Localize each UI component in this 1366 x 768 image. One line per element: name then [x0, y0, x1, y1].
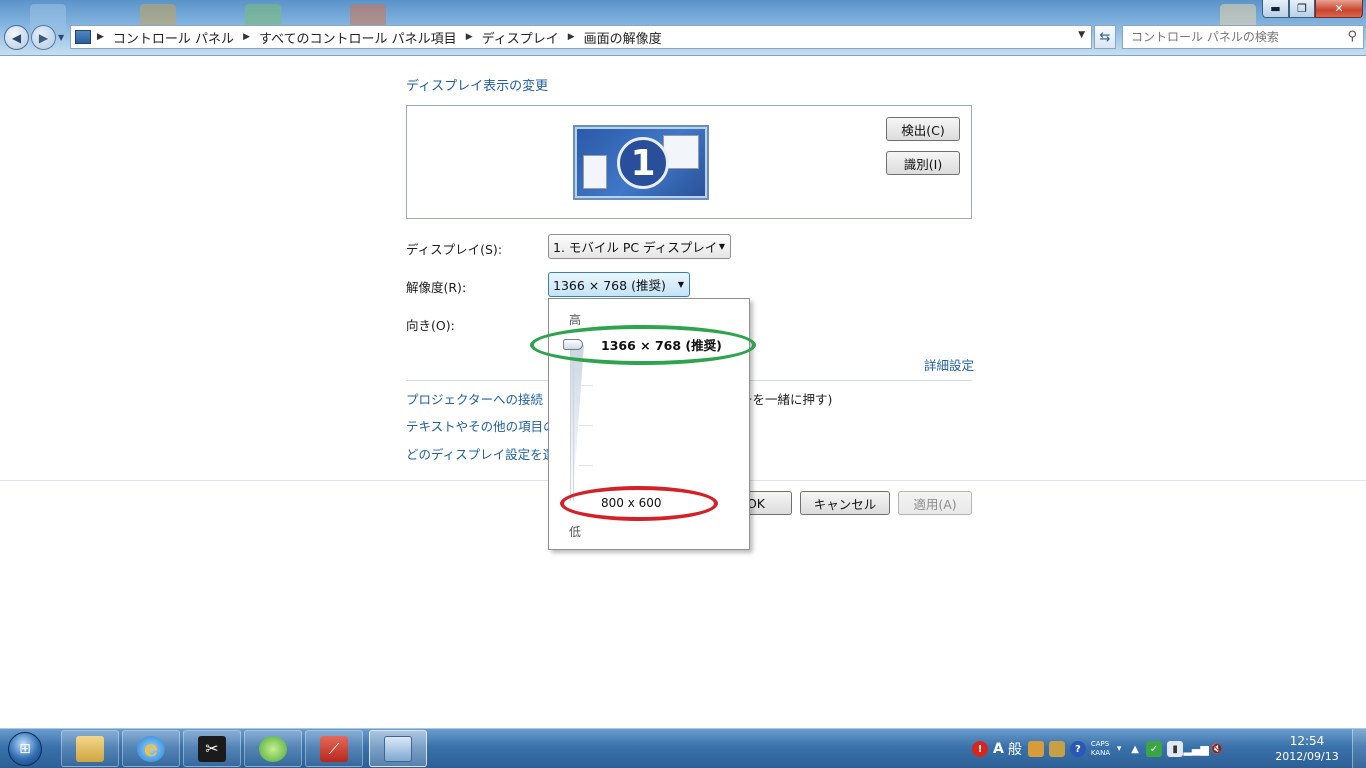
breadcrumb-separator-icon[interactable]: ▶: [243, 32, 250, 42]
windows-logo-icon: ⊞: [8, 732, 42, 766]
network-signal-icon[interactable]: ▂▄▆: [1183, 741, 1208, 757]
resolution-select[interactable]: 1366 × 768 (推奨) ▼: [548, 272, 690, 297]
breadcrumb-display[interactable]: ディスプレイ: [482, 28, 559, 47]
chevron-down-icon: ▼: [677, 280, 684, 289]
monitor-preview-window: [583, 155, 607, 189]
back-arrow-icon: ◀: [11, 30, 22, 45]
chevron-down-icon: ▼: [718, 242, 725, 251]
ime-mode-indicator[interactable]: A: [993, 741, 1004, 757]
recent-pages-dropdown[interactable]: ▼: [58, 33, 64, 42]
display-settings-icon: [384, 735, 412, 762]
advanced-settings-link[interactable]: 詳細設定: [924, 355, 974, 374]
slider-low-label: 低: [569, 525, 582, 539]
messenger-icon: [259, 735, 287, 762]
forward-arrow-icon: ▶: [38, 30, 49, 45]
control-panel-icon: [75, 30, 91, 44]
title-bar: ▬ ❐ ✕ ◀ ▶ ▼ ▶ コントロール パネル ▶ すべてのコントロール パネ…: [0, 0, 1366, 56]
display-select[interactable]: 1. モバイル PC ディスプレイ ▼: [548, 234, 731, 259]
back-button[interactable]: ◀: [4, 25, 29, 50]
monitor-number-badge: 1: [617, 137, 669, 189]
identify-button[interactable]: 識別(I): [886, 151, 960, 175]
clock-date: 2012/09/13: [1275, 750, 1339, 763]
app-icon: ⟋: [320, 735, 348, 762]
security-icon[interactable]: !: [972, 741, 988, 757]
resolution-label: 解像度(R):: [406, 280, 467, 295]
ime-kanji-indicator[interactable]: 般: [1008, 739, 1022, 759]
maximize-button[interactable]: ❐: [1289, 0, 1315, 18]
power-icon[interactable]: ▮: [1167, 741, 1184, 757]
search-input[interactable]: [1123, 26, 1333, 48]
check-icon[interactable]: ✓: [1146, 741, 1163, 757]
start-button[interactable]: ⊞: [2, 729, 48, 768]
taskbar-ie-button[interactable]: e: [122, 730, 180, 767]
refresh-button[interactable]: ⇆: [1094, 25, 1116, 49]
refresh-icon: ⇆: [1099, 29, 1111, 45]
text-size-link[interactable]: テキストやその他の項目の: [406, 416, 556, 435]
close-icon: ✕: [1334, 2, 1344, 15]
slider-tick: [579, 425, 593, 426]
help-icon[interactable]: ?: [1069, 741, 1086, 757]
notification-area: ! A 般 ? CAPS KANA ▾ ▲ ✓ ▮ ▂▄▆ 🔇: [972, 729, 1230, 768]
minimize-icon: ▬: [1270, 2, 1281, 15]
breadcrumb-all-items[interactable]: すべてのコントロール パネル項目: [259, 28, 457, 47]
taskbar-display-settings-button[interactable]: [369, 730, 427, 767]
page-title: ディスプレイ表示の変更: [406, 79, 549, 94]
internet-explorer-icon: e: [137, 735, 165, 762]
cancel-button[interactable]: キャンセル: [800, 491, 890, 515]
ime-dictionary-icon[interactable]: [1048, 741, 1065, 757]
detect-button[interactable]: 検出(C): [886, 117, 960, 141]
orientation-label: 向き(O):: [406, 318, 455, 333]
display-select-value: 1. モバイル PC ディスプレイ: [553, 240, 718, 255]
monitor-1-thumbnail[interactable]: 1: [573, 125, 709, 200]
breadcrumb-separator-icon[interactable]: ▶: [466, 32, 473, 42]
connect-projector-link[interactable]: プロジェクターへの接続 (: [406, 389, 552, 408]
breadcrumb-separator-icon[interactable]: ▶: [97, 32, 104, 42]
resolution-dropdown: 高 1366 × 768 (推奨) 800 x 600 低: [548, 298, 750, 550]
show-desktop-button[interactable]: [1352, 729, 1366, 768]
search-icon[interactable]: ⚲: [1347, 29, 1357, 44]
ime-options-chevron-icon[interactable]: ▾: [1114, 741, 1124, 757]
volume-muted-icon[interactable]: 🔇: [1209, 741, 1225, 757]
show-hidden-icons-icon[interactable]: ▲: [1129, 741, 1141, 757]
folder-icon: [76, 735, 104, 762]
taskbar: ⊞ e ✂ ⟋ ! A 般 ? CAPS KANA ▾ ▲ ✓ ▮ ▂▄▆ 🔇 …: [0, 728, 1366, 768]
search-box[interactable]: ⚲: [1122, 25, 1364, 49]
address-bar[interactable]: ▶ コントロール パネル ▶ すべてのコントロール パネル項目 ▶ ディスプレイ…: [70, 25, 1092, 49]
restore-icon: ❐: [1297, 2, 1307, 15]
taskbar-app-button[interactable]: ⟋: [305, 730, 363, 767]
address-history-chevron-icon[interactable]: ▼: [1078, 30, 1085, 40]
caps-label: CAPS: [1090, 740, 1110, 748]
taskbar-tools-button[interactable]: ✂: [183, 730, 241, 767]
caps-kana-indicator: CAPS KANA: [1091, 740, 1110, 758]
clock-time: 12:54: [1289, 734, 1325, 748]
which-display-settings-link[interactable]: どのディスプレイ設定を選: [406, 444, 555, 463]
minimize-button[interactable]: ▬: [1262, 0, 1289, 18]
breadcrumb-control-panel[interactable]: コントロール パネル: [113, 28, 234, 47]
slider-high-label: 高: [569, 313, 582, 327]
projector-shortcut-hint: ーを一緒に押す): [740, 392, 833, 407]
resolution-option-lowest[interactable]: 800 x 600: [601, 496, 662, 510]
scissors-icon: ✂: [198, 735, 226, 762]
kana-label: KANA: [1090, 749, 1111, 757]
resolution-option-highest[interactable]: 1366 × 768 (推奨): [601, 335, 722, 354]
close-button[interactable]: ✕: [1315, 0, 1363, 18]
taskbar-messenger-button[interactable]: [244, 730, 302, 767]
connect-projector-text: プロジェクターへの接続: [406, 392, 544, 407]
breadcrumb-screen-resolution[interactable]: 画面の解像度: [584, 28, 662, 47]
breadcrumb-separator-icon[interactable]: ▶: [568, 32, 575, 42]
taskbar-explorer-button[interactable]: [61, 730, 119, 767]
forward-button[interactable]: ▶: [31, 25, 56, 50]
slider-tick: [579, 465, 593, 466]
monitor-arrangement-panel: 1 検出(C) 識別(I): [406, 105, 972, 219]
display-label: ディスプレイ(S):: [406, 242, 503, 257]
clock[interactable]: 12:54 2012/09/13: [1270, 733, 1344, 765]
resolution-slider-track[interactable]: [570, 345, 574, 501]
apply-button[interactable]: 適用(A): [898, 491, 972, 515]
ime-tool-icon[interactable]: [1027, 741, 1044, 757]
resolution-select-value: 1366 × 768 (推奨): [553, 278, 666, 293]
resolution-slider-thumb[interactable]: [563, 339, 583, 350]
slider-tick: [579, 385, 593, 386]
